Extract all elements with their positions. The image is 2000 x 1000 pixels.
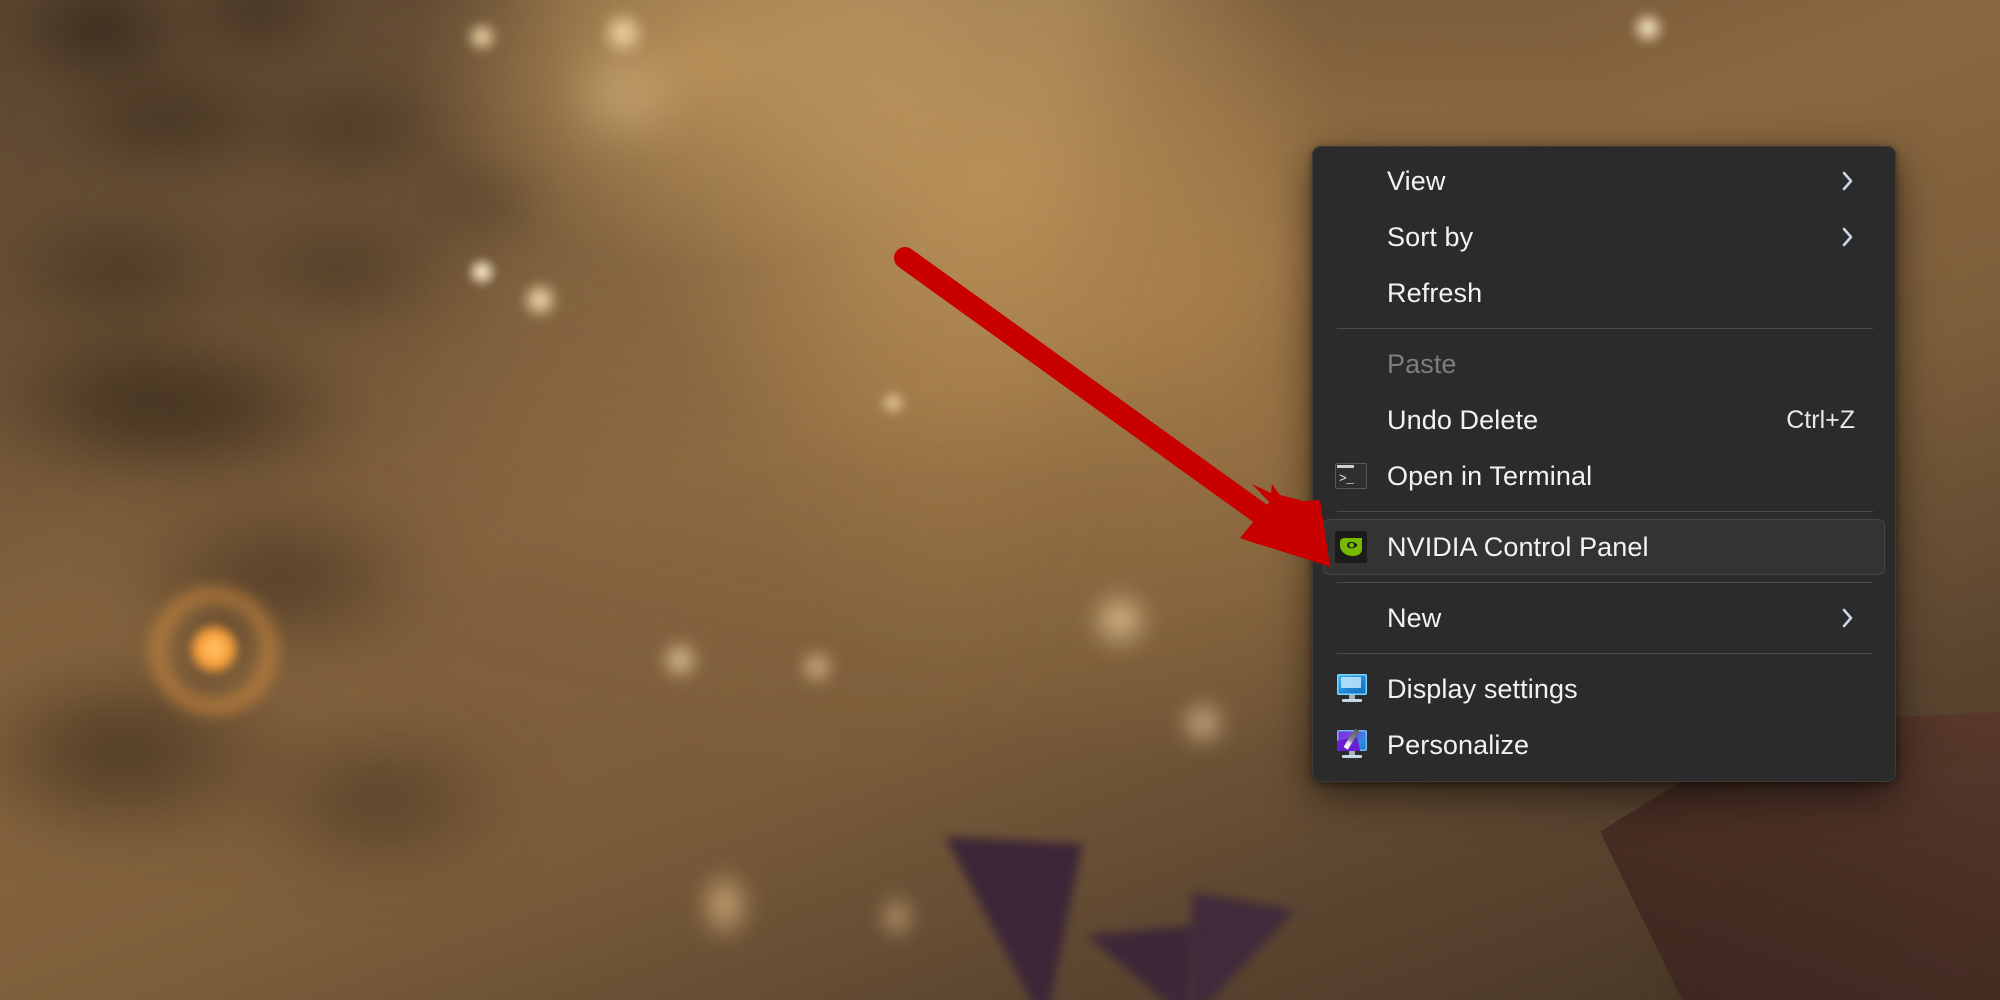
menu-item-label: Open in Terminal xyxy=(1387,460,1593,491)
menu-icon-slot xyxy=(1335,601,1387,635)
menu-item-paste: Paste xyxy=(1323,336,1885,392)
bokeh-ring-core xyxy=(190,625,238,673)
menu-separator xyxy=(1337,582,1873,583)
menu-icon-slot xyxy=(1335,276,1387,310)
nvidia-icon xyxy=(1335,531,1367,563)
menu-item-label: View xyxy=(1387,165,1446,196)
menu-icon-slot xyxy=(1335,220,1387,254)
menu-item-open-in-terminal[interactable]: >_ Open in Terminal xyxy=(1323,448,1885,504)
menu-item-personalize[interactable]: Personalize xyxy=(1323,717,1885,773)
menu-item-sort-by[interactable]: Sort by xyxy=(1323,209,1885,265)
menu-item-undo-delete[interactable]: Undo Delete Ctrl+Z xyxy=(1323,392,1885,448)
menu-item-nvidia-control-panel[interactable]: NVIDIA Control Panel xyxy=(1323,519,1885,575)
menu-item-label: New xyxy=(1387,602,1442,633)
menu-icon-slot xyxy=(1335,672,1387,706)
menu-separator xyxy=(1337,653,1873,654)
desktop-context-menu: View Sort by Refresh Paste Undo Delete C… xyxy=(1312,146,1896,782)
terminal-icon: >_ xyxy=(1335,463,1367,489)
menu-icon-slot xyxy=(1335,530,1387,564)
menu-item-label: Sort by xyxy=(1387,221,1474,252)
display-settings-icon xyxy=(1335,674,1369,704)
chevron-right-icon xyxy=(1835,170,1861,192)
menu-item-new[interactable]: New xyxy=(1323,590,1885,646)
foliage-silhouette-lower xyxy=(0,280,600,900)
menu-icon-slot xyxy=(1335,728,1387,762)
chevron-right-icon xyxy=(1835,607,1861,629)
menu-icon-slot xyxy=(1335,164,1387,198)
bokeh-light xyxy=(1630,10,1666,46)
menu-separator xyxy=(1337,328,1873,329)
menu-item-label: Personalize xyxy=(1387,729,1530,760)
menu-icon-slot xyxy=(1335,403,1387,437)
menu-icon-slot xyxy=(1335,347,1387,381)
menu-item-refresh[interactable]: Refresh xyxy=(1323,265,1885,321)
menu-item-label: NVIDIA Control Panel xyxy=(1387,531,1649,562)
menu-item-shortcut: Ctrl+Z xyxy=(1786,405,1855,434)
foreground-spike xyxy=(1169,891,1296,1000)
menu-item-display-settings[interactable]: Display settings xyxy=(1323,661,1885,717)
menu-icon-slot: >_ xyxy=(1335,459,1387,493)
foreground-spike xyxy=(935,836,1083,1000)
menu-item-label: Undo Delete xyxy=(1387,404,1539,435)
screen: View Sort by Refresh Paste Undo Delete C… xyxy=(0,0,2000,1000)
menu-separator xyxy=(1337,511,1873,512)
chevron-right-icon xyxy=(1835,226,1861,248)
menu-item-label: Paste xyxy=(1387,348,1457,379)
personalize-icon xyxy=(1335,728,1369,760)
menu-item-label: Refresh xyxy=(1387,277,1483,308)
menu-item-label: Display settings xyxy=(1387,673,1578,704)
menu-item-view[interactable]: View xyxy=(1323,153,1885,209)
